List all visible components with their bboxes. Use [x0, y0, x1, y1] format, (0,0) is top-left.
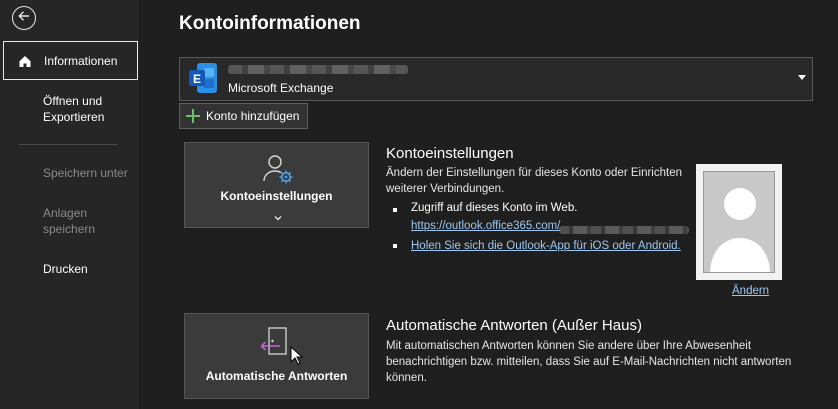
exchange-icon: E [188, 62, 218, 94]
mobile-app-link[interactable]: Holen Sie sich die Outlook-App für iOS o… [411, 240, 681, 252]
avatar [703, 171, 775, 273]
sidebar-item-label: Informationen [44, 53, 118, 68]
profile-picture[interactable] [696, 164, 782, 280]
sidebar-item-drucken[interactable]: Drucken [0, 261, 140, 277]
bullet-marker [393, 208, 397, 212]
web-access-link[interactable]: https://outlook.office365.com/ [411, 220, 560, 232]
bullet-marker [393, 244, 397, 248]
sidebar-item-speichern-unter: Speichern unter [0, 165, 140, 181]
account-settings-button[interactable]: Kontoeinstellungen [184, 142, 369, 228]
account-selector[interactable]: E Microsoft Exchange [179, 57, 813, 101]
sidebar-item-label: Speichern unter [43, 166, 128, 180]
home-icon [18, 53, 34, 69]
automatic-replies-title: Automatische Antworten (Außer Haus) [386, 317, 642, 334]
add-account-button[interactable]: Konto hinzufügen [179, 103, 309, 129]
sidebar-item-label: Anlagen speichern [43, 206, 96, 236]
plus-icon [186, 109, 200, 123]
chevron-down-icon [798, 75, 806, 80]
account-settings-title: Kontoeinstellungen [386, 145, 514, 162]
account-type: Microsoft Exchange [228, 81, 334, 95]
sidebar-item-label: Drucken [43, 262, 88, 276]
main-content: Kontoinformationen E Microsoft Exchange … [141, 0, 838, 409]
add-account-label: Konto hinzufügen [206, 109, 300, 123]
user-settings-icon [261, 153, 295, 190]
sidebar-item-label: Öffnen und Exportieren [43, 94, 105, 124]
arrow-left-icon [17, 9, 31, 28]
sidebar-item-informationen[interactable]: Informationen [3, 41, 138, 80]
automatic-replies-button[interactable]: Automatische Antworten [184, 313, 369, 399]
svg-text:E: E [193, 72, 201, 86]
web-access-text: Zugriff auf dieses Konto im Web. [411, 202, 578, 214]
url-redacted [559, 226, 689, 234]
change-picture-link[interactable]: Ändern [732, 285, 769, 297]
chevron-down-icon [274, 208, 282, 226]
sidebar-item-oeffnen-exportieren[interactable]: Öffnen und Exportieren [0, 93, 115, 125]
mouse-cursor-icon [290, 345, 304, 371]
account-settings-description: Ändern der Einstellungen für dieses Kont… [386, 167, 682, 195]
backstage-sidebar: Informationen Öffnen und Exportieren Spe… [0, 0, 140, 409]
automatic-replies-button-label: Automatische Antworten [205, 369, 348, 383]
page-title: Kontoinformationen [179, 13, 361, 34]
back-button[interactable] [12, 6, 36, 30]
account-name-redacted [228, 65, 408, 74]
automatic-replies-description: Mit automatischen Antworten können Sie a… [386, 340, 792, 384]
sidebar-item-anlagen-speichern: Anlagen speichern [0, 205, 110, 237]
door-arrow-icon [258, 326, 294, 365]
account-settings-button-label: Kontoeinstellungen [220, 189, 333, 203]
sidebar-divider [19, 144, 118, 145]
